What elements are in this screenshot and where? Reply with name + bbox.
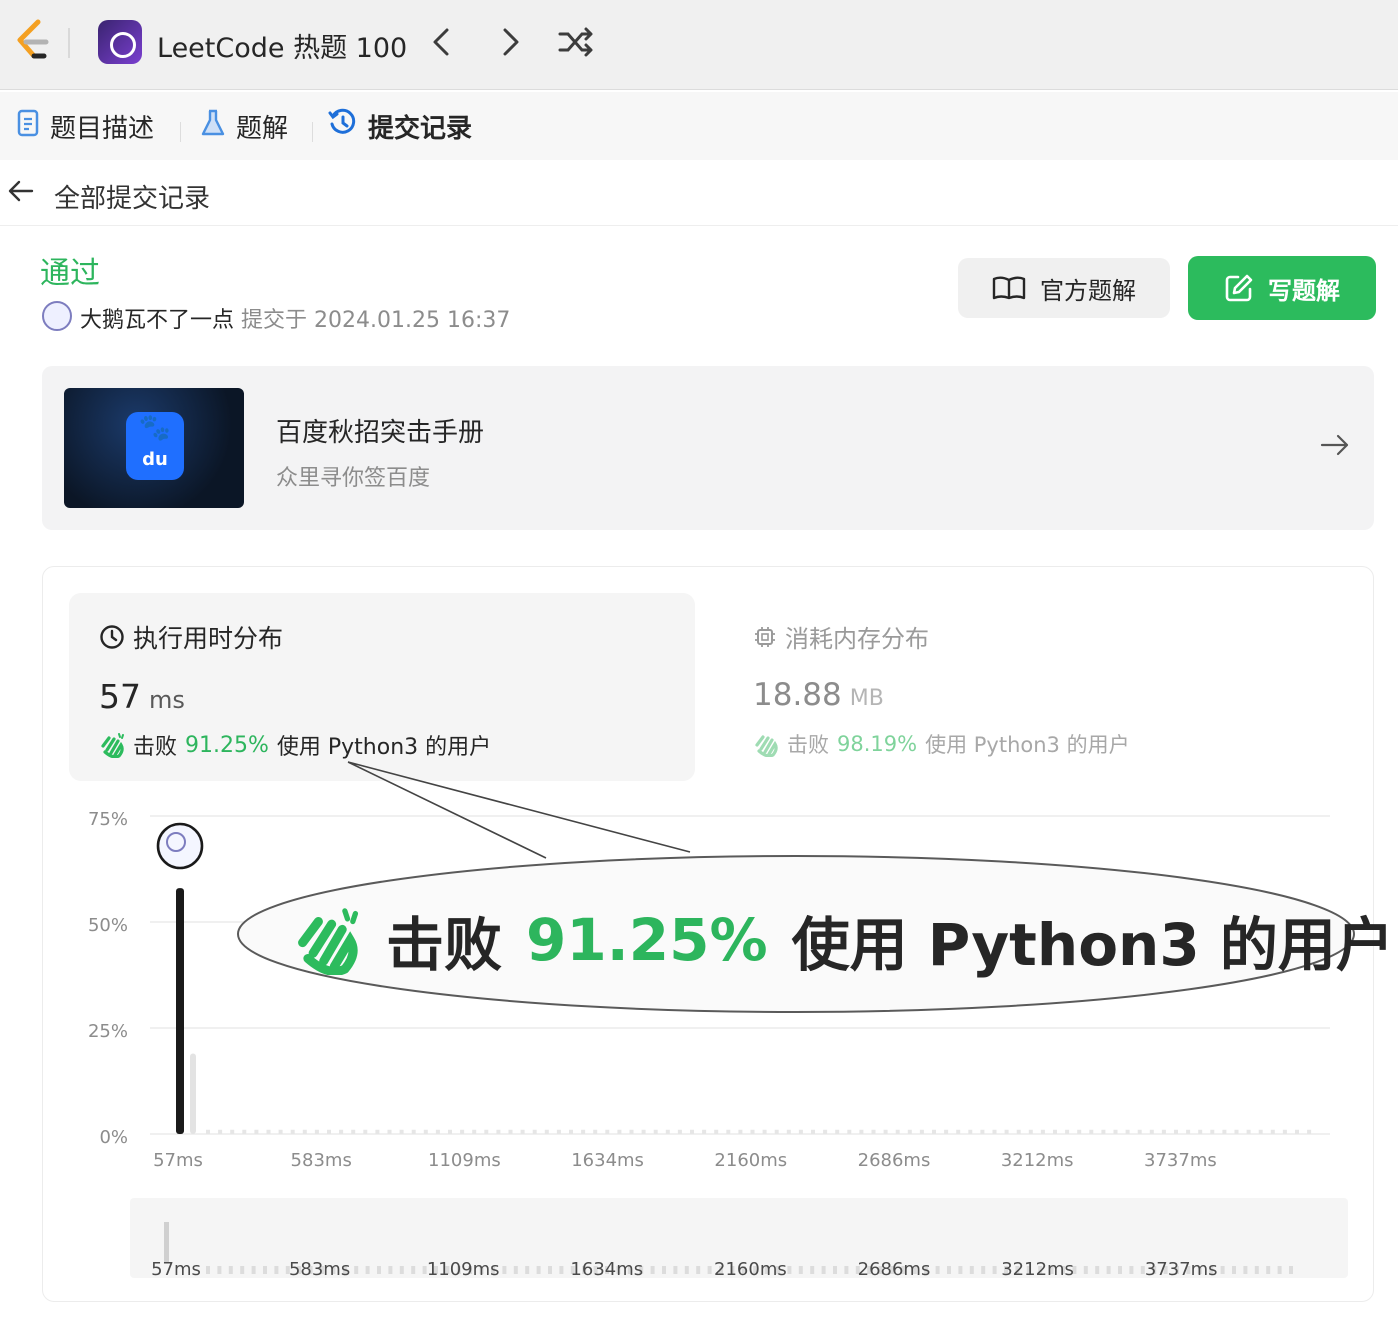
memory-title: 消耗内存分布: [785, 625, 929, 653]
runtime-beat-suffix: 使用 Python3 的用户: [276, 735, 492, 760]
tab-description-label: 题目描述: [50, 113, 155, 144]
tab-solutions[interactable]: 题解: [200, 108, 288, 144]
tab-submissions-label: 提交记录: [368, 113, 473, 144]
memory-card[interactable]: 消耗内存分布 18.88 MB 击败 98.19% 使用 Python3 的用户: [753, 619, 1313, 779]
tab-divider: [180, 122, 181, 142]
username[interactable]: 大鹅瓦不了一点: [80, 308, 234, 333]
tab-divider: [312, 122, 313, 142]
shuffle-icon: [558, 27, 593, 57]
callout-beat-percent: 91.25%: [526, 906, 768, 974]
clapping-hands-icon: [753, 731, 781, 757]
runtime-beat-percent: 91.25%: [185, 732, 269, 758]
clapping-hands-icon: [99, 732, 127, 758]
official-solution-button[interactable]: 官方题解: [958, 258, 1170, 318]
next-problem-button[interactable]: [488, 20, 532, 64]
runtime-value: 57: [99, 677, 141, 716]
tab-submissions[interactable]: 提交记录: [328, 108, 472, 144]
problem-tabs: 题目描述 题解 提交记录: [0, 92, 1398, 160]
memory-beat: 击败 98.19% 使用 Python3 的用户: [753, 729, 1130, 759]
runtime-beat-prefix: 击败: [133, 735, 178, 760]
memory-title-row: 消耗内存分布: [753, 619, 929, 654]
promo-banner[interactable]: du 百度秋招突击手册 众里寻你签百度: [42, 366, 1374, 530]
banner-title: 百度秋招突击手册: [276, 418, 485, 448]
document-icon: [16, 109, 40, 144]
chip-icon: [753, 625, 777, 649]
runtime-title-row: 执行用时分布: [99, 619, 283, 655]
submission-status: 通过: [40, 256, 100, 291]
tab-solutions-label: 题解: [236, 113, 289, 144]
runtime-value-row: 57 ms: [99, 677, 185, 716]
back-arrow-icon[interactable]: [6, 176, 36, 214]
prev-problem-button[interactable]: [420, 20, 464, 64]
memory-value-row: 18.88 MB: [753, 677, 884, 713]
runtime-beat: 击败 91.25% 使用 Python3 的用户: [99, 729, 491, 761]
callout-beat-prefix: 击败: [386, 911, 503, 979]
edit-icon: [1224, 273, 1254, 303]
beat-callout: 击败 91.25% 使用 Python3 的用户: [236, 854, 1394, 1016]
submitted-time: 2024.01.25 16:37: [314, 308, 511, 333]
all-submissions-link[interactable]: 全部提交记录: [54, 178, 210, 215]
banner-subtitle: 众里寻你签百度: [276, 466, 431, 491]
memory-beat-prefix: 击败: [787, 733, 829, 757]
submitted-prefix: 提交于: [241, 308, 308, 333]
back-row: 全部提交记录: [0, 162, 1398, 226]
chevron-right-icon: [503, 28, 519, 56]
submission-meta: 大鹅瓦不了一点 提交于 2024.01.25 16:37: [80, 302, 510, 334]
leetcode-logo-icon[interactable]: [12, 18, 52, 66]
clock-icon: [99, 624, 125, 650]
top-bar: LeetCode 热题 100: [0, 0, 1398, 90]
memory-beat-percent: 98.19%: [837, 732, 918, 756]
chevron-left-icon: [433, 28, 449, 56]
tab-description[interactable]: 题目描述: [16, 108, 154, 144]
flask-icon: [200, 109, 226, 144]
official-solution-label: 官方题解: [1040, 276, 1136, 305]
clapping-hands-icon: [292, 905, 366, 975]
memory-unit: MB: [849, 686, 884, 711]
study-plan-icon[interactable]: [98, 20, 142, 64]
callout-text: 击败 91.25% 使用 Python3 的用户: [292, 898, 1394, 982]
random-problem-button[interactable]: [554, 20, 598, 64]
memory-value: 18.88: [753, 677, 842, 713]
runtime-title: 执行用时分布: [133, 624, 284, 653]
callout-beat-suffix: 使用 Python3 的用户: [791, 911, 1394, 979]
book-icon: [992, 275, 1026, 301]
baidu-logo-icon: du: [126, 380, 184, 480]
study-plan-title[interactable]: LeetCode 热题 100: [157, 26, 407, 65]
user-avatar[interactable]: [42, 301, 72, 331]
arrow-right-icon[interactable]: [1318, 428, 1352, 471]
memory-beat-suffix: 使用 Python3 的用户: [925, 733, 1130, 757]
baidu-banner-image: du: [64, 380, 244, 508]
runtime-unit: ms: [149, 686, 185, 714]
history-icon: [328, 108, 358, 145]
runtime-card[interactable]: 执行用时分布 57 ms 击败 91.25% 使用 Python3 的用户: [69, 593, 695, 781]
divider: [68, 28, 70, 58]
write-solution-label: 写题解: [1268, 276, 1340, 305]
write-solution-button[interactable]: 写题解: [1188, 256, 1376, 320]
